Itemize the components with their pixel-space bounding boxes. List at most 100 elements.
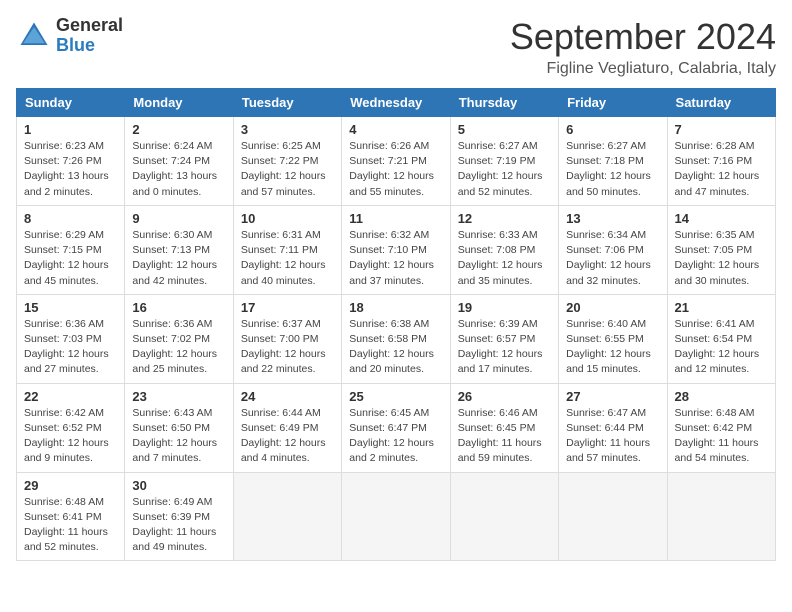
calendar-day-cell: 25 Sunrise: 6:45 AMSunset: 6:47 PMDayligh… <box>342 383 450 472</box>
calendar-day-cell: 4 Sunrise: 6:26 AMSunset: 7:21 PMDaylight… <box>342 117 450 206</box>
day-number: 12 <box>458 211 551 226</box>
day-info: Sunrise: 6:28 AMSunset: 7:16 PMDaylight:… <box>675 139 768 200</box>
day-info: Sunrise: 6:34 AMSunset: 7:06 PMDaylight:… <box>566 228 659 289</box>
day-info: Sunrise: 6:23 AMSunset: 7:26 PMDaylight:… <box>24 139 117 200</box>
calendar-day-cell: 30 Sunrise: 6:49 AMSunset: 6:39 PMDayligh… <box>125 472 233 561</box>
calendar-table: SundayMondayTuesdayWednesdayThursdayFrid… <box>16 88 776 561</box>
day-info: Sunrise: 6:26 AMSunset: 7:21 PMDaylight:… <box>349 139 442 200</box>
day-info: Sunrise: 6:39 AMSunset: 6:57 PMDaylight:… <box>458 317 551 378</box>
weekday-header: Friday <box>559 89 667 117</box>
day-number: 24 <box>241 389 334 404</box>
day-info: Sunrise: 6:24 AMSunset: 7:24 PMDaylight:… <box>132 139 225 200</box>
calendar-day-cell: 10 Sunrise: 6:31 AMSunset: 7:11 PMDayligh… <box>233 205 341 294</box>
calendar-day-cell: 8 Sunrise: 6:29 AMSunset: 7:15 PMDaylight… <box>17 205 125 294</box>
day-info: Sunrise: 6:47 AMSunset: 6:44 PMDaylight:… <box>566 406 659 467</box>
logo-text: General Blue <box>56 16 123 56</box>
day-number: 15 <box>24 300 117 315</box>
weekday-header: Monday <box>125 89 233 117</box>
day-info: Sunrise: 6:36 AMSunset: 7:03 PMDaylight:… <box>24 317 117 378</box>
day-number: 30 <box>132 478 225 493</box>
calendar-day-cell: 7 Sunrise: 6:28 AMSunset: 7:16 PMDaylight… <box>667 117 775 206</box>
day-number: 22 <box>24 389 117 404</box>
calendar-day-cell: 12 Sunrise: 6:33 AMSunset: 7:08 PMDayligh… <box>450 205 558 294</box>
day-number: 13 <box>566 211 659 226</box>
location: Figline Vegliaturo, Calabria, Italy <box>510 60 776 78</box>
calendar-day-cell: 26 Sunrise: 6:46 AMSunset: 6:45 PMDayligh… <box>450 383 558 472</box>
day-info: Sunrise: 6:25 AMSunset: 7:22 PMDaylight:… <box>241 139 334 200</box>
day-number: 16 <box>132 300 225 315</box>
day-info: Sunrise: 6:29 AMSunset: 7:15 PMDaylight:… <box>24 228 117 289</box>
day-info: Sunrise: 6:43 AMSunset: 6:50 PMDaylight:… <box>132 406 225 467</box>
calendar-header-row: SundayMondayTuesdayWednesdayThursdayFrid… <box>17 89 776 117</box>
day-info: Sunrise: 6:40 AMSunset: 6:55 PMDaylight:… <box>566 317 659 378</box>
logo-general: General <box>56 16 123 36</box>
day-number: 11 <box>349 211 442 226</box>
day-number: 10 <box>241 211 334 226</box>
month-title: September 2024 <box>510 16 776 58</box>
day-info: Sunrise: 6:46 AMSunset: 6:45 PMDaylight:… <box>458 406 551 467</box>
weekday-header: Thursday <box>450 89 558 117</box>
day-info: Sunrise: 6:41 AMSunset: 6:54 PMDaylight:… <box>675 317 768 378</box>
day-info: Sunrise: 6:37 AMSunset: 7:00 PMDaylight:… <box>241 317 334 378</box>
calendar-day-cell: 5Sunrise: 6:27 AMSunset: 7:19 PMDaylight… <box>450 117 558 206</box>
day-number: 3 <box>241 122 334 137</box>
day-info: Sunrise: 6:36 AMSunset: 7:02 PMDaylight:… <box>132 317 225 378</box>
day-info: Sunrise: 6:32 AMSunset: 7:10 PMDaylight:… <box>349 228 442 289</box>
day-number: 14 <box>675 211 768 226</box>
day-info: Sunrise: 6:30 AMSunset: 7:13 PMDaylight:… <box>132 228 225 289</box>
calendar-day-cell: 11 Sunrise: 6:32 AMSunset: 7:10 PMDayligh… <box>342 205 450 294</box>
calendar-day-cell: 23Sunrise: 6:43 AMSunset: 6:50 PMDayligh… <box>125 383 233 472</box>
day-info: Sunrise: 6:38 AMSunset: 6:58 PMDaylight:… <box>349 317 442 378</box>
calendar-day-cell: 21Sunrise: 6:41 AMSunset: 6:54 PMDayligh… <box>667 294 775 383</box>
calendar-day-cell: 20 Sunrise: 6:40 AMSunset: 6:55 PMDayligh… <box>559 294 667 383</box>
page-header: General Blue September 2024 Figline Vegl… <box>16 16 776 78</box>
calendar-day-cell: 27 Sunrise: 6:47 AMSunset: 6:44 PMDayligh… <box>559 383 667 472</box>
day-number: 8 <box>24 211 117 226</box>
calendar-week-row: 1Sunrise: 6:23 AMSunset: 7:26 PMDaylight… <box>17 117 776 206</box>
day-number: 26 <box>458 389 551 404</box>
calendar-day-cell: 18 Sunrise: 6:38 AMSunset: 6:58 PMDayligh… <box>342 294 450 383</box>
day-info: Sunrise: 6:31 AMSunset: 7:11 PMDaylight:… <box>241 228 334 289</box>
calendar-day-cell: 28 Sunrise: 6:48 AMSunset: 6:42 PMDayligh… <box>667 383 775 472</box>
calendar-day-cell: 9Sunrise: 6:30 AMSunset: 7:13 PMDaylight… <box>125 205 233 294</box>
weekday-header: Tuesday <box>233 89 341 117</box>
day-info: Sunrise: 6:27 AMSunset: 7:19 PMDaylight:… <box>458 139 551 200</box>
calendar-day-cell: 6 Sunrise: 6:27 AMSunset: 7:18 PMDaylight… <box>559 117 667 206</box>
calendar-day-cell <box>667 472 775 561</box>
calendar-day-cell: 24Sunrise: 6:44 AMSunset: 6:49 PMDayligh… <box>233 383 341 472</box>
logo-icon <box>16 18 52 54</box>
calendar-day-cell: 3 Sunrise: 6:25 AMSunset: 7:22 PMDaylight… <box>233 117 341 206</box>
day-number: 28 <box>675 389 768 404</box>
day-number: 27 <box>566 389 659 404</box>
calendar-day-cell <box>450 472 558 561</box>
calendar-day-cell <box>559 472 667 561</box>
day-number: 25 <box>349 389 442 404</box>
day-number: 6 <box>566 122 659 137</box>
day-info: Sunrise: 6:42 AMSunset: 6:52 PMDaylight:… <box>24 406 117 467</box>
day-info: Sunrise: 6:33 AMSunset: 7:08 PMDaylight:… <box>458 228 551 289</box>
day-number: 2 <box>132 122 225 137</box>
day-number: 17 <box>241 300 334 315</box>
calendar-day-cell: 14 Sunrise: 6:35 AMSunset: 7:05 PMDayligh… <box>667 205 775 294</box>
day-info: Sunrise: 6:45 AMSunset: 6:47 PMDaylight:… <box>349 406 442 467</box>
day-info: Sunrise: 6:48 AMSunset: 6:42 PMDaylight:… <box>675 406 768 467</box>
weekday-header: Sunday <box>17 89 125 117</box>
day-number: 7 <box>675 122 768 137</box>
day-number: 18 <box>349 300 442 315</box>
calendar-day-cell <box>342 472 450 561</box>
day-info: Sunrise: 6:35 AMSunset: 7:05 PMDaylight:… <box>675 228 768 289</box>
weekday-header: Wednesday <box>342 89 450 117</box>
calendar-day-cell: 16 Sunrise: 6:36 AMSunset: 7:02 PMDayligh… <box>125 294 233 383</box>
calendar-day-cell: 19Sunrise: 6:39 AMSunset: 6:57 PMDayligh… <box>450 294 558 383</box>
logo-blue: Blue <box>56 36 123 56</box>
day-number: 4 <box>349 122 442 137</box>
calendar-day-cell: 22 Sunrise: 6:42 AMSunset: 6:52 PMDayligh… <box>17 383 125 472</box>
day-info: Sunrise: 6:27 AMSunset: 7:18 PMDaylight:… <box>566 139 659 200</box>
calendar-day-cell: 29Sunrise: 6:48 AMSunset: 6:41 PMDayligh… <box>17 472 125 561</box>
day-info: Sunrise: 6:48 AMSunset: 6:41 PMDaylight:… <box>24 495 117 556</box>
day-number: 20 <box>566 300 659 315</box>
day-info: Sunrise: 6:49 AMSunset: 6:39 PMDaylight:… <box>132 495 225 556</box>
calendar-day-cell: 1Sunrise: 6:23 AMSunset: 7:26 PMDaylight… <box>17 117 125 206</box>
logo: General Blue <box>16 16 123 56</box>
calendar-week-row: 29Sunrise: 6:48 AMSunset: 6:41 PMDayligh… <box>17 472 776 561</box>
